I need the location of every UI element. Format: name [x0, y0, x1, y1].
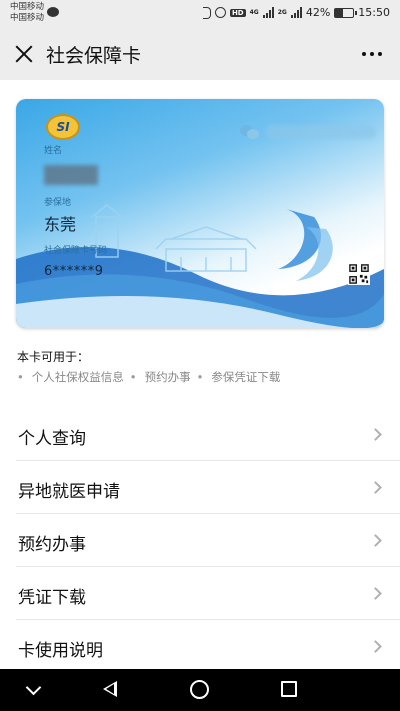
network-type-2: 2G: [277, 8, 287, 16]
holder-name-blurred: [44, 165, 98, 185]
usage-title: 本卡可用于：: [17, 350, 90, 364]
chevron-right-icon: [369, 587, 382, 600]
more-options-icon[interactable]: [362, 52, 382, 56]
card-number-value: 6******9: [44, 264, 104, 279]
insured-location-value: 东莞: [44, 215, 77, 234]
menu-item-remote-medical[interactable]: 异地就医申请: [16, 461, 400, 514]
menu-item-label: 凭证下载: [18, 588, 86, 608]
menu-item-appointment[interactable]: 预约办事: [16, 514, 400, 567]
menu-item-certificate-download[interactable]: 凭证下载: [16, 567, 400, 620]
battery-percent: 42%: [305, 6, 331, 19]
service-menu: 个人查询 异地就医申请 预约办事 凭证下载 卡使用说明: [0, 408, 400, 673]
social-insurance-logo: SI: [46, 114, 80, 140]
bluetooth-icon: [202, 6, 211, 19]
usage-list: 个人社保权益信息 预约办事 参保凭证下载: [17, 369, 281, 385]
social-security-card[interactable]: SI 姓名 参保地 东莞 社会保障卡号码 6******9: [16, 99, 384, 328]
system-navigation-bar: [0, 669, 400, 711]
title-bar: 社会保障卡: [0, 28, 400, 80]
menu-item-label: 卡使用说明: [18, 641, 103, 661]
signal-icon-1: [262, 7, 274, 18]
menu-item-label: 异地就医申请: [18, 482, 120, 502]
insured-location-label: 参保地: [44, 198, 72, 208]
status-indicators: HD 4G 2G 42% 15:50: [202, 6, 390, 19]
qr-code-icon[interactable]: [348, 263, 370, 285]
menu-item-personal-query[interactable]: 个人查询: [16, 408, 400, 461]
battery-fill: [335, 8, 343, 17]
notification-chat-icon: [47, 7, 59, 17]
issuer-blurred: [266, 125, 376, 139]
chevron-right-icon: [369, 640, 382, 653]
close-icon[interactable]: [12, 42, 36, 66]
battery-icon: [334, 7, 358, 18]
network-type-1: 4G: [249, 8, 259, 16]
card-number-label: 社会保障卡号码: [44, 246, 108, 256]
carrier-2: 中国移动: [10, 13, 45, 23]
hide-nav-icon[interactable]: [25, 679, 42, 696]
signal-icon-2: [290, 7, 302, 18]
recent-apps-icon[interactable]: [281, 681, 297, 697]
hd-icon: HD: [229, 8, 246, 17]
carrier-1: 中国移动: [10, 2, 45, 12]
usage-item: 个人社保权益信息: [17, 369, 124, 385]
clock: 15:50: [358, 6, 390, 19]
alarm-icon: [214, 7, 226, 18]
carrier-info: 中国移动 中国移动: [10, 2, 44, 24]
usage-item: 参保凭证下载: [197, 369, 280, 385]
usage-item: 预约办事: [130, 369, 191, 385]
chevron-right-icon: [369, 481, 382, 494]
menu-item-card-instructions[interactable]: 卡使用说明: [16, 620, 400, 673]
status-bar: 中国移动 中国移动 HD 4G 2G 42% 15:50: [0, 0, 400, 28]
home-icon[interactable]: [190, 680, 209, 699]
back-icon[interactable]: [103, 681, 117, 697]
chevron-right-icon: [369, 428, 382, 441]
name-label: 姓名: [44, 146, 63, 156]
chevron-right-icon: [369, 534, 382, 547]
wechat-icon: [240, 125, 260, 140]
menu-item-label: 个人查询: [18, 429, 86, 449]
page-title: 社会保障卡: [46, 45, 142, 67]
menu-item-label: 预约办事: [18, 535, 86, 555]
